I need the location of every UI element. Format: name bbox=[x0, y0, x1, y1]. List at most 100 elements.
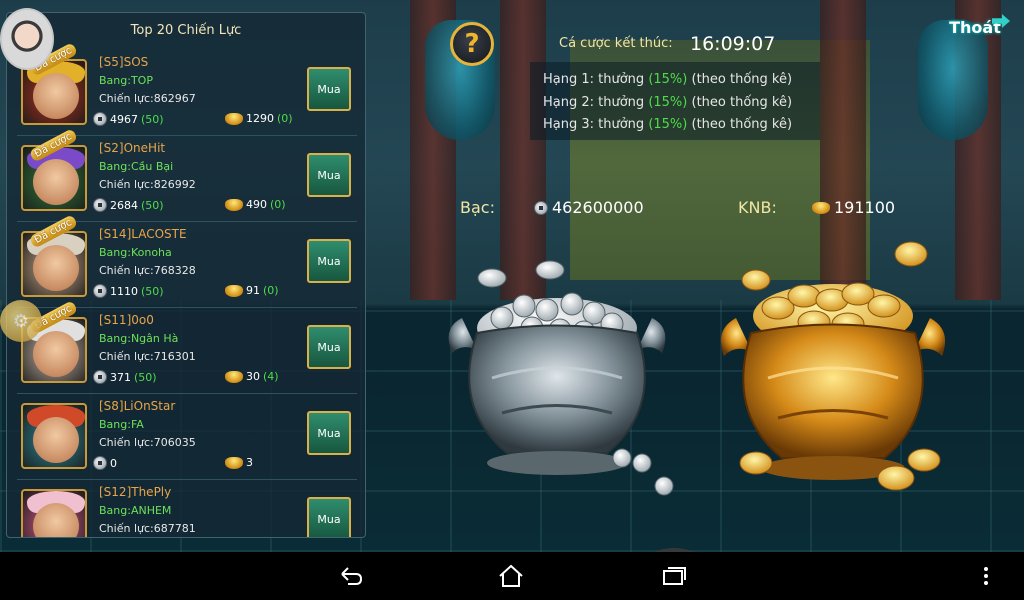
buy-button[interactable]: Mua bbox=[307, 239, 351, 283]
silver-pool-amount: 462600000 bbox=[552, 198, 644, 217]
silver-coin-icon bbox=[93, 198, 107, 212]
bet-end-timer: 16:09:07 bbox=[690, 33, 776, 55]
leaderboard-row: [S12]ThePly Bang:ANHEM Chiến lực:687781 … bbox=[7, 481, 365, 537]
menu-dots-icon[interactable] bbox=[966, 558, 1006, 594]
leaderboard-row: Đã cược [S5]SOS Bang:TOP Chiến lực:86296… bbox=[7, 42, 365, 137]
knb-pool-label: KNB: bbox=[738, 198, 777, 217]
hero-face bbox=[33, 159, 79, 205]
silver-pool-label: Bạc: bbox=[460, 198, 495, 217]
player-guild: Bang:Ngân Hà bbox=[99, 332, 179, 345]
leaderboard-row: Đã cược [S14]LACOSTE Bang:Konoha Chiến l… bbox=[7, 214, 365, 309]
gold-ingot-icon bbox=[225, 456, 243, 469]
player-silver-bet: 4967 (50) bbox=[93, 112, 164, 126]
player-avatar[interactable] bbox=[0, 8, 54, 70]
player-gold-bet: 91 (0) bbox=[225, 284, 279, 297]
knb-pool-value: 191100 bbox=[812, 198, 895, 217]
row-divider bbox=[17, 393, 357, 394]
leaderboard-row: Đã cược [S11]0o0 Bang:Ngân Hà Chiến lực:… bbox=[7, 300, 365, 395]
player-power: Chiến lực:716301 bbox=[99, 350, 196, 363]
silver-amount: 371 bbox=[110, 370, 131, 384]
gold-ingot-icon bbox=[225, 284, 243, 297]
rank-reward-text: Hạng 1: thưởng bbox=[543, 72, 649, 87]
hero-portrait[interactable] bbox=[21, 403, 87, 469]
player-gold-bet: 3 bbox=[225, 456, 256, 469]
silver-coin-icon bbox=[93, 370, 107, 384]
buy-button[interactable]: Mua bbox=[307, 411, 351, 455]
gold-ingot-icon bbox=[812, 201, 830, 214]
silver-amount: 2684 bbox=[110, 198, 138, 212]
android-nav-bar bbox=[0, 552, 1024, 600]
silver-extra: (50) bbox=[141, 112, 164, 126]
rank-reward-percent: (15%) bbox=[648, 72, 688, 87]
gold-ingot-icon bbox=[225, 198, 243, 211]
player-name: [S11]0o0 bbox=[99, 313, 154, 327]
player-power: Chiến lực:862967 bbox=[99, 92, 196, 105]
leaderboard-row: [S8]LiOnStar Bang:FA Chiến lực:706035 0 … bbox=[7, 395, 365, 481]
silver-extra: (50) bbox=[141, 198, 164, 212]
player-name: [S2]OneHit bbox=[99, 141, 166, 155]
silver-coin-icon bbox=[93, 112, 107, 126]
leaderboard-panel: Top 20 Chiến Lực Đã cược [S5]SOS Bang:TO… bbox=[6, 12, 366, 538]
player-gold-bet: 30 (4) bbox=[225, 370, 279, 383]
player-guild: Bang:TOP bbox=[99, 74, 153, 87]
player-name: [S12]ThePly bbox=[99, 485, 172, 499]
player-name: [S5]SOS bbox=[99, 55, 149, 69]
back-icon[interactable] bbox=[330, 558, 370, 594]
player-silver-bet: 1110 (50) bbox=[93, 284, 164, 298]
home-icon[interactable] bbox=[491, 558, 531, 594]
player-guild: Bang:Cầu Bại bbox=[99, 160, 174, 173]
help-button[interactable]: ? bbox=[450, 22, 494, 66]
player-gold-bet: 1290 (0) bbox=[225, 112, 293, 125]
silver-coin-icon bbox=[93, 284, 107, 298]
silver-extra: (50) bbox=[141, 284, 164, 298]
gold-ingot-icon bbox=[225, 112, 243, 125]
silver-amount: 1110 bbox=[110, 284, 138, 298]
player-silver-bet: 371 (50) bbox=[93, 370, 157, 384]
hero-face bbox=[33, 417, 79, 463]
gold-ingot-icon bbox=[225, 370, 243, 383]
gold-amount: 30 bbox=[246, 370, 260, 383]
player-silver-bet: 2684 (50) bbox=[93, 198, 164, 212]
side-menu-button[interactable]: ⚙ bbox=[0, 300, 42, 342]
rank-reward-note: (theo thống kê) bbox=[687, 95, 793, 110]
rank-reward-text: Hạng 2: thưởng bbox=[543, 95, 649, 110]
player-gold-bet: 490 (0) bbox=[225, 198, 286, 211]
player-power: Chiến lực:687781 bbox=[99, 522, 196, 535]
buy-button[interactable]: Mua bbox=[307, 153, 351, 197]
gold-pot-icon[interactable] bbox=[706, 238, 960, 500]
rank-reward-note: (theo thống kê) bbox=[687, 72, 793, 87]
leaderboard-row: Đã cược [S2]OneHit Bang:Cầu Bại Chiến lự… bbox=[7, 128, 365, 223]
gold-amount: 1290 bbox=[246, 112, 274, 125]
knb-pool-amount: 191100 bbox=[834, 198, 896, 217]
player-guild: Bang:Konoha bbox=[99, 246, 172, 259]
silver-coin-icon bbox=[534, 200, 548, 215]
gold-amount: 91 bbox=[246, 284, 260, 297]
silver-extra: (50) bbox=[134, 370, 157, 384]
gold-extra: (0) bbox=[277, 112, 293, 125]
gold-amount: 490 bbox=[246, 198, 267, 211]
gear-icon: ⚙ bbox=[12, 310, 30, 332]
recent-apps-icon[interactable] bbox=[654, 558, 694, 594]
silver-pot-icon[interactable] bbox=[432, 258, 682, 500]
rank-reward-percent: (15%) bbox=[648, 95, 688, 110]
player-power: Chiến lực:706035 bbox=[99, 436, 196, 449]
silver-amount: 4967 bbox=[110, 112, 138, 126]
silver-amount: 0 bbox=[110, 456, 117, 470]
rank-reward-note: (theo thống kê) bbox=[687, 117, 793, 132]
player-guild: Bang:FA bbox=[99, 418, 144, 431]
hero-portrait[interactable] bbox=[21, 489, 87, 537]
buy-button[interactable]: Mua bbox=[307, 67, 351, 111]
row-divider bbox=[17, 479, 357, 480]
rank-reward-text: Hạng 3: thưởng bbox=[543, 117, 649, 132]
gold-extra: (0) bbox=[263, 284, 279, 297]
buy-button[interactable]: Mua bbox=[307, 325, 351, 369]
silver-pool-value: 462600000 bbox=[534, 198, 644, 217]
bet-end-label: Cá cược kết thúc: bbox=[559, 36, 673, 51]
player-silver-bet: 0 bbox=[93, 456, 120, 470]
player-guild: Bang:ANHEM bbox=[99, 504, 172, 517]
buy-button[interactable]: Mua bbox=[307, 497, 351, 537]
rank-reward-3: Hạng 3: thưởng (15%) (theo thống kê) bbox=[543, 117, 792, 132]
gold-extra: (0) bbox=[270, 198, 286, 211]
player-name: [S14]LACOSTE bbox=[99, 227, 187, 241]
exit-button[interactable]: Thoát bbox=[938, 10, 1012, 44]
